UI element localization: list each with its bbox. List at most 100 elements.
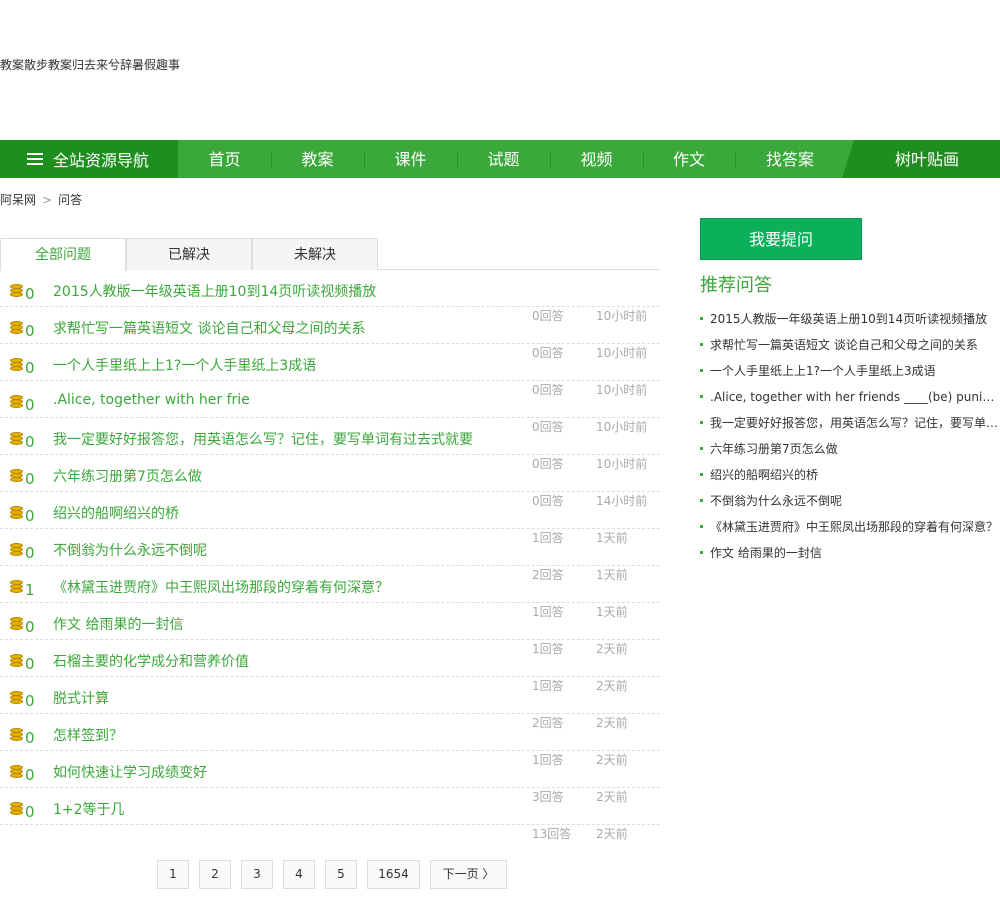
coin-icon xyxy=(10,321,23,335)
recommended-item[interactable]: 绍兴的船啊绍兴的桥 xyxy=(700,466,1000,492)
nav-item-zhaodaan[interactable]: 找答案 xyxy=(735,140,845,178)
question-row: 0 六年练习册第7页怎么做 0回答 14小时前 xyxy=(0,455,660,508)
question-reward: 0 xyxy=(25,470,35,488)
tab-solved[interactable]: 已解决 xyxy=(126,238,252,270)
menu-icon xyxy=(27,152,43,166)
question-row: 0 作文 给雨果的一封信 1回答 2天前 xyxy=(0,603,660,656)
recommended-item[interactable]: 一个人手里纸上上1?一个人手里纸上3成语 xyxy=(700,362,1000,388)
recommended-title: 推荐问答 xyxy=(700,275,772,296)
nav-item-jiaoan[interactable]: 教案 xyxy=(271,140,364,178)
page-button[interactable]: 1 xyxy=(157,860,189,889)
question-row: 1 《林黛玉进贾府》中王熙凤出场那段的穿着有何深意？ 1回答 1天前 xyxy=(0,566,660,619)
coin-icon xyxy=(10,395,23,409)
breadcrumb-home[interactable]: 阿呆网 xyxy=(0,193,36,207)
question-reward: 0 xyxy=(25,544,35,562)
tab-unsolved[interactable]: 未解决 xyxy=(252,238,378,270)
recommended-item[interactable]: 求帮忙写一篇英语短文 谈论自己和父母之间的关系 xyxy=(700,336,1000,362)
all-resources-label: 全站资源导航 xyxy=(53,151,150,170)
question-row: 0 不倒翁为什么永远不倒呢 2回答 1天前 xyxy=(0,529,660,582)
question-reward: 0 xyxy=(25,803,35,821)
next-page-button[interactable]: 下一页 〉 xyxy=(430,860,507,889)
recommended-item[interactable]: 我一定要好好报答您，用英语怎么写？记住，要写单词有过去式就要 xyxy=(700,414,1000,440)
question-title[interactable]: 一个人手里纸上上1?一个人手里纸上3成语 xyxy=(53,355,316,375)
coin-icon xyxy=(10,654,23,668)
coin-icon xyxy=(10,728,23,742)
breadcrumb-current: 问答 xyxy=(58,193,83,207)
page-button[interactable]: 5 xyxy=(325,860,357,889)
coin-icon xyxy=(10,802,23,816)
question-row: 0 绍兴的船啊绍兴的桥 1回答 1天前 xyxy=(0,492,660,545)
question-title[interactable]: .Alice, together with her frie xyxy=(53,392,250,408)
question-row: 0 2015人教版一年级英语上册10到14页听读视频播放 0回答 10小时前 xyxy=(0,270,660,323)
question-reward: 0 xyxy=(25,729,35,747)
question-reward: 0 xyxy=(25,618,35,636)
recommended-list: 2015人教版一年级英语上册10到14页听读视频播放 求帮忙写一篇英语短文 谈论自… xyxy=(700,310,1000,570)
question-row: 0 .Alice, together with her frie 0回答 10小时前 xyxy=(0,381,660,434)
breadcrumb-separator: > xyxy=(42,193,53,207)
question-title[interactable]: 1+2等于几 xyxy=(53,799,125,819)
question-title[interactable]: 如何快速让学习成绩变好 xyxy=(53,762,207,782)
question-reward: 1 xyxy=(25,581,35,599)
breadcrumb: 阿呆网 > 问答 xyxy=(0,191,82,208)
question-title[interactable]: 求帮忙写一篇英语短文 谈论自己和父母之间的关系 xyxy=(53,318,365,338)
question-list: 0 2015人教版一年级英语上册10到14页听读视频播放 0回答 10小时前 0 求帮忙写… xyxy=(0,270,660,841)
page-button[interactable]: 2 xyxy=(199,860,231,889)
question-title[interactable]: 脱式计算 xyxy=(53,688,109,708)
recommended-item[interactable]: 不倒翁为什么永远不倒呢 xyxy=(700,492,1000,518)
coin-icon xyxy=(10,543,23,557)
question-title[interactable]: 怎样签到？ xyxy=(53,725,123,745)
question-reward: 0 xyxy=(25,692,35,710)
question-time: 2天前 xyxy=(596,827,628,841)
coin-icon xyxy=(10,765,23,779)
question-tabs: 全部问题 已解决 未解决 xyxy=(0,238,660,271)
coin-icon xyxy=(10,617,23,631)
nav-item-shipin[interactable]: 视频 xyxy=(550,140,643,178)
question-title[interactable]: 2015人教版一年级英语上册10到14页听读视频播放 xyxy=(53,281,376,301)
pagination: 1 2 3 4 5 1654 下一页 〉 xyxy=(157,860,517,889)
question-title[interactable]: 我一定要好好报答您，用英语怎么写？记住，要写单词有过去式就要 xyxy=(53,429,473,449)
top-links[interactable]: 教案散步教案归去来兮辞暑假趣事 xyxy=(0,56,180,73)
page-button[interactable]: 3 xyxy=(241,860,273,889)
question-row: 0 1+2等于几 13回答 2天前 xyxy=(0,788,660,841)
question-row: 0 一个人手里纸上上1?一个人手里纸上3成语 0回答 10小时前 xyxy=(0,344,660,397)
question-reward: 0 xyxy=(25,433,35,451)
nav-item-home[interactable]: 首页 xyxy=(178,140,271,178)
recommended-item[interactable]: 六年练习册第7页怎么做 xyxy=(700,440,1000,466)
question-reward: 0 xyxy=(25,507,35,525)
question-row: 0 如何快速让学习成绩变好 3回答 2天前 xyxy=(0,751,660,804)
main-nav: 全站资源导航 首页 教案 课件 试题 视频 作文 找答案 树叶贴画 xyxy=(0,140,1000,178)
question-title[interactable]: 作文 给雨果的一封信 xyxy=(53,614,183,634)
recommended-item[interactable]: 2015人教版一年级英语上册10到14页听读视频播放 xyxy=(700,310,1000,336)
all-resources-nav[interactable]: 全站资源导航 xyxy=(0,140,178,178)
answer-count: 13回答 xyxy=(532,827,572,841)
recommended-item[interactable]: 《林黛玉进贾府》中王熙凤出场那段的穿着有何深意？ xyxy=(700,518,1000,544)
coin-icon xyxy=(10,432,23,446)
recommended-item[interactable]: 作文 给雨果的一封信 xyxy=(700,544,1000,570)
nav-item-shiti[interactable]: 试题 xyxy=(457,140,550,178)
nav-item-kejian[interactable]: 课件 xyxy=(364,140,457,178)
page-button[interactable]: 1654 xyxy=(367,860,420,889)
tab-all[interactable]: 全部问题 xyxy=(0,238,126,271)
coin-icon xyxy=(10,691,23,705)
recommended-item[interactable]: .Alice, together with her friends ____(b… xyxy=(700,388,1000,414)
question-reward: 0 xyxy=(25,322,35,340)
question-row: 0 石榴主要的化学成分和营养价值 1回答 2天前 xyxy=(0,640,660,693)
question-row: 0 我一定要好好报答您，用英语怎么写？记住，要写单词有过去式就要 0回答 10小时前 xyxy=(0,418,660,471)
coin-icon xyxy=(10,284,23,298)
question-reward: 0 xyxy=(25,285,35,303)
question-title[interactable]: 不倒翁为什么永远不倒呢 xyxy=(53,540,207,560)
question-reward: 0 xyxy=(25,766,35,784)
question-row: 0 求帮忙写一篇英语短文 谈论自己和父母之间的关系 0回答 10小时前 xyxy=(0,307,660,360)
ask-question-button[interactable]: 我要提问 xyxy=(700,218,862,260)
coin-icon xyxy=(10,506,23,520)
coin-icon xyxy=(10,580,23,594)
question-title[interactable]: 绍兴的船啊绍兴的桥 xyxy=(53,503,179,523)
nav-item-zuowen[interactable]: 作文 xyxy=(643,140,735,178)
nav-item-shuyetiehua[interactable]: 树叶贴画 xyxy=(842,140,1000,178)
question-title[interactable]: 石榴主要的化学成分和营养价值 xyxy=(53,651,249,671)
question-title[interactable]: 六年练习册第7页怎么做 xyxy=(53,466,202,486)
coin-icon xyxy=(10,469,23,483)
question-row: 0 怎样签到？ 1回答 2天前 xyxy=(0,714,660,767)
question-title[interactable]: 《林黛玉进贾府》中王熙凤出场那段的穿着有何深意？ xyxy=(53,577,389,597)
page-button[interactable]: 4 xyxy=(283,860,315,889)
